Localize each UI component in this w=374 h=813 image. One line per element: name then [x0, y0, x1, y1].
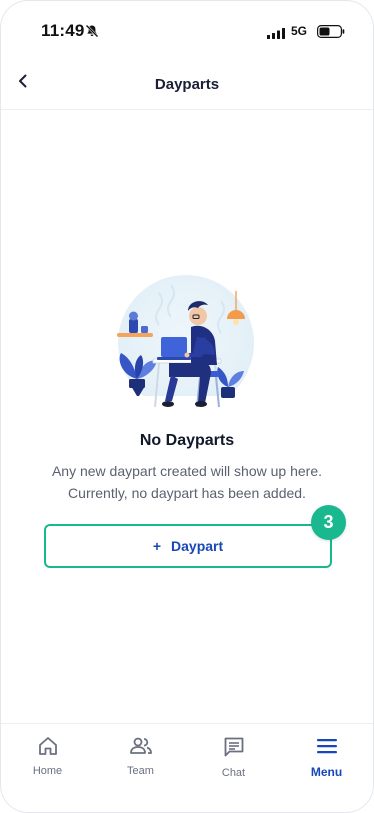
empty-state-description-line-1: Any new daypart created will show up her…: [51, 463, 323, 479]
app-header: Dayparts: [1, 61, 373, 110]
menu-icon: [316, 736, 338, 761]
nav-label-home: Home: [32, 765, 63, 777]
empty-state-description: Any new daypart created will show up her…: [21, 460, 353, 504]
phone-screen: 11:49 5G Dayparts No Dayparts Any new da…: [0, 0, 374, 813]
add-daypart-button-label: Daypart: [171, 538, 224, 554]
status-time: 11:49: [41, 21, 85, 40]
chat-icon: [223, 736, 245, 763]
signal-icon: [267, 26, 285, 44]
nav-item-chat[interactable]: Chat: [187, 724, 280, 794]
empty-state-illustration: [101, 271, 271, 421]
page-title: Dayparts: [154, 76, 220, 93]
nav-item-team[interactable]: Team: [94, 724, 187, 794]
team-icon: [129, 736, 153, 761]
bell-slash-icon: [85, 24, 99, 43]
nav-label-team: Team: [127, 765, 154, 777]
status-bar: 11:49 5G: [1, 1, 373, 61]
nav-label-chat: Chat: [221, 767, 246, 779]
empty-state-description-line-2: Currently, no daypart has been added.: [68, 485, 306, 501]
add-daypart-button[interactable]: + Daypart: [44, 524, 332, 568]
bottom-nav: Home Team Chat Menu: [1, 723, 373, 794]
plus-icon: +: [152, 538, 162, 554]
step-number-badge: 3: [311, 505, 346, 540]
network-label: 5G: [291, 24, 308, 38]
home-icon: [37, 736, 59, 761]
nav-label-menu: Menu: [310, 765, 343, 779]
empty-state-title: No Dayparts: [139, 432, 235, 449]
nav-item-home[interactable]: Home: [1, 724, 94, 794]
battery-icon: [317, 25, 345, 43]
nav-item-menu[interactable]: Menu: [280, 724, 373, 794]
